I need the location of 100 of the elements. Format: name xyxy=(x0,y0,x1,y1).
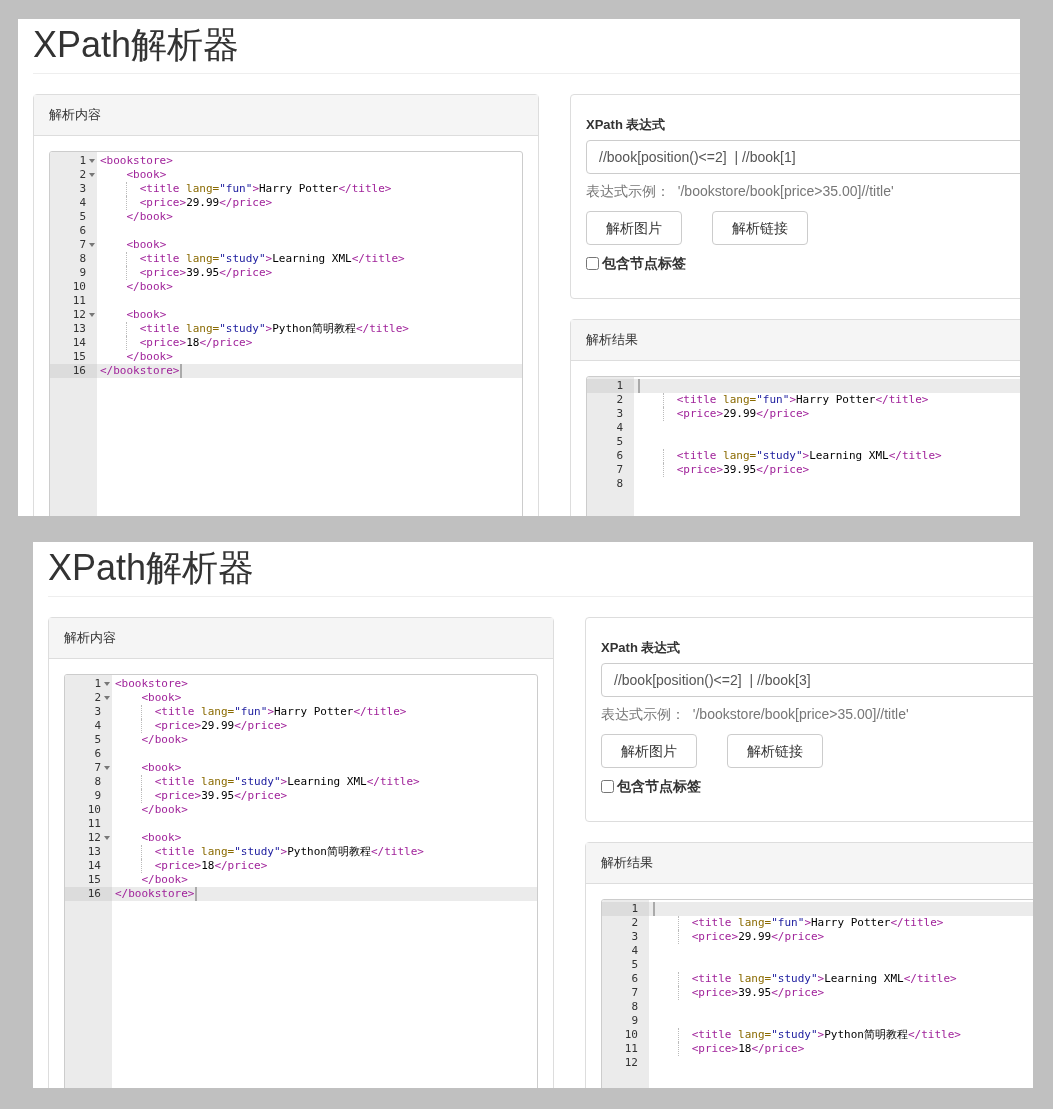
line-number: 10 xyxy=(71,280,86,294)
line-number: 15 xyxy=(86,873,101,887)
line-number: 4 xyxy=(93,719,101,733)
line-number: 6 xyxy=(93,747,101,761)
parse-button[interactable]: 解析链接 xyxy=(727,734,823,768)
xpath-input[interactable]: //book[position()<=2] | //book[3] xyxy=(601,663,1033,697)
parse-button[interactable]: 解析链接 xyxy=(712,211,808,245)
panel-heading: 解析结果 xyxy=(586,331,638,350)
code-line: <title lang="fun">Harry Potter</title> xyxy=(138,182,392,196)
code-line: <title lang="study">Learning XML</title> xyxy=(690,972,957,986)
line-number: 12 xyxy=(86,831,101,845)
panel-heading: 解析内容 xyxy=(49,106,101,125)
line-number: 16 xyxy=(71,364,86,378)
line-number: 2 xyxy=(93,691,101,705)
text-cursor xyxy=(638,379,640,393)
code-line: </book> xyxy=(140,733,188,747)
code-line: <price>39.95</price> xyxy=(138,266,273,280)
code-line: <book> xyxy=(125,238,167,252)
code-line: <book> xyxy=(125,168,167,182)
line-number: 2 xyxy=(615,393,623,407)
line-number: 7 xyxy=(93,761,101,775)
code-line: <bookstore> xyxy=(115,677,188,691)
code-line: <title lang="study">Learning XML</title> xyxy=(153,775,420,789)
line-number: 10 xyxy=(623,1028,638,1042)
line-number: 1 xyxy=(615,379,623,393)
line-number: 6 xyxy=(78,224,86,238)
code-line: <price>18</price> xyxy=(690,1042,805,1056)
code-line: <price>18</price> xyxy=(138,336,253,350)
line-number: 9 xyxy=(93,789,101,803)
code-line: <title lang="fun">Harry Potter</title> xyxy=(690,916,944,930)
checkbox-label: 包含节点标签 xyxy=(602,254,686,273)
code-line: </book> xyxy=(125,210,173,224)
line-number: 7 xyxy=(78,238,86,252)
line-number: 3 xyxy=(615,407,623,421)
fold-caret-icon[interactable] xyxy=(103,682,110,686)
fold-caret-icon[interactable] xyxy=(103,696,110,700)
code-line: <book> xyxy=(140,761,182,775)
example-text: 表达式示例： '/bookstore/book[price>35.00]//title' xyxy=(586,182,895,201)
line-number: 1 xyxy=(78,154,86,168)
field-label: XPath 表达式 xyxy=(601,639,682,657)
text-cursor xyxy=(195,887,198,901)
code-editor[interactable]: 1 2 3 4 5 6 7 8 <title lang="fun">Harry Potter</title> <price>29.99</price> <title lang="study">Learning XML</title> <price>39.95</price> xyxy=(586,376,1020,516)
fold-caret-icon[interactable] xyxy=(88,243,95,247)
parse-button[interactable]: 解析图片 xyxy=(586,211,682,245)
line-number: 12 xyxy=(623,1056,638,1070)
line-number: 2 xyxy=(630,916,638,930)
line-number: 4 xyxy=(615,421,623,435)
panel-heading: 解析结果 xyxy=(601,854,653,873)
code-line: <price>18</price> xyxy=(153,859,268,873)
line-number: 11 xyxy=(71,294,86,308)
code-line: <price>29.99</price> xyxy=(675,407,810,421)
line-number: 16 xyxy=(86,887,101,901)
parse-button[interactable]: 解析图片 xyxy=(601,734,697,768)
code-line: </book> xyxy=(140,873,188,887)
fold-caret-icon[interactable] xyxy=(88,159,95,163)
code-line: <price>39.95</price> xyxy=(153,789,288,803)
line-number: 15 xyxy=(71,350,86,364)
line-number: 14 xyxy=(71,336,86,350)
line-number: 2 xyxy=(78,168,86,182)
line-number: 4 xyxy=(630,944,638,958)
line-number: 8 xyxy=(93,775,101,789)
code-line: <title lang="study">Python简明教程</title> xyxy=(690,1028,961,1042)
line-number: 13 xyxy=(71,322,86,336)
line-number: 8 xyxy=(78,252,86,266)
line-number: 5 xyxy=(615,435,623,449)
line-number: 14 xyxy=(86,859,101,873)
include-tags-checkbox[interactable] xyxy=(601,780,614,793)
xpath-input[interactable]: //book[position()<=2] | //book[1] xyxy=(586,140,1020,174)
code-line: <book> xyxy=(140,691,182,705)
line-number: 10 xyxy=(86,803,101,817)
line-number: 8 xyxy=(630,1000,638,1014)
panel-heading: 解析内容 xyxy=(64,629,116,648)
text-cursor xyxy=(653,902,655,916)
fold-caret-icon[interactable] xyxy=(88,313,95,317)
code-line: <price>29.99</price> xyxy=(690,930,825,944)
fold-caret-icon[interactable] xyxy=(103,836,110,840)
code-line: </book> xyxy=(125,350,173,364)
include-tags-checkbox[interactable] xyxy=(586,257,599,270)
fold-caret-icon[interactable] xyxy=(88,173,95,177)
page-title: XPath解析器 xyxy=(33,23,240,67)
line-number: 8 xyxy=(615,477,623,491)
code-line: <title lang="study">Learning XML</title> xyxy=(138,252,405,266)
line-number: 4 xyxy=(78,196,86,210)
code-line: <price>29.99</price> xyxy=(138,196,273,210)
line-number: 12 xyxy=(71,308,86,322)
line-number: 5 xyxy=(93,733,101,747)
line-number: 6 xyxy=(615,449,623,463)
fold-caret-icon[interactable] xyxy=(103,766,110,770)
line-number: 7 xyxy=(630,986,638,1000)
code-line: <book> xyxy=(140,831,182,845)
code-line: </book> xyxy=(125,280,173,294)
code-line: <bookstore> xyxy=(100,154,173,168)
line-number: 7 xyxy=(615,463,623,477)
page-title: XPath解析器 xyxy=(48,546,255,590)
line-number: 3 xyxy=(93,705,101,719)
code-line: <price>29.99</price> xyxy=(153,719,288,733)
code-line: <title lang="study">Python简明教程</title> xyxy=(153,845,424,859)
code-line: <book> xyxy=(125,308,167,322)
line-number: 6 xyxy=(630,972,638,986)
field-label: XPath 表达式 xyxy=(586,116,667,134)
